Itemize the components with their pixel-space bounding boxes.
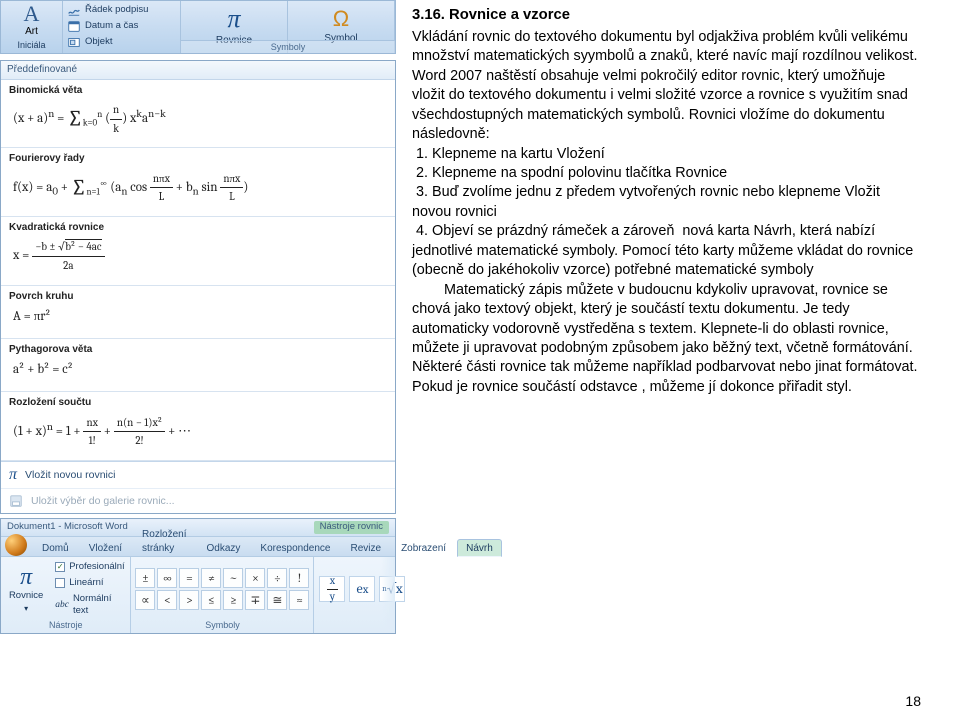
section-heading: 3.16. Rovnice a vzorce [412,6,921,26]
tab-mailings[interactable]: Korespondence [251,539,339,557]
page-number: 18 [905,692,921,711]
tab-home[interactable]: Domů [33,539,78,557]
symbol-cell[interactable]: ! [289,568,309,588]
tab-insert[interactable]: Vložení [80,539,131,557]
fraction-icon: xy [319,576,345,602]
eq-formula: f(x) = a0 + ∑n=1∞ (an cos nπxL + bn sin … [9,170,387,206]
opt-linear[interactable]: Lineární [55,577,126,590]
wordart-dropcap-group: A Art Iniciála [1,1,63,53]
opt-professional[interactable]: ✓ Profesionální [55,561,126,574]
eq-item-binomial[interactable]: Binomická věta (x + a)n = ∑k=0n (nk) xka… [1,80,395,149]
symbol-cell[interactable]: ≤ [201,590,221,610]
symbol-cell[interactable]: ≈ [289,590,309,610]
group-label: Symboly [135,618,309,633]
save-icon [9,494,23,508]
doc-title: Dokument1 - Microsoft Word [7,521,128,534]
checkbox-icon: ✓ [55,562,65,572]
tab-review[interactable]: Revize [341,539,390,557]
struct-script[interactable]: ex [348,576,376,602]
symbol-cell[interactable]: ∓ [245,590,265,610]
eq-item-quadratic[interactable]: Kvadratická rovnice x = −b ± √b² − 4ac2a [1,217,395,286]
symbol-cell[interactable]: ± [135,568,155,588]
opt-normal-text[interactable]: abc Normální text [55,593,126,619]
eq-item-sum-expansion[interactable]: Rozložení součtu (1 + x)n = 1 + nx1! + n… [1,392,395,461]
symbols-group-label: Symboly [181,40,395,53]
eq-formula: a² + b² = c² [9,360,387,381]
signature-line-button[interactable]: Řádek podpisu [67,3,176,17]
gallery-footer: π Vložit novou rovnici Uložit výběr do g… [1,461,395,513]
text-insert-options: Řádek podpisu Datum a čas Objekt [63,1,181,53]
symbol-cell[interactable]: < [157,590,177,610]
symbol-cell[interactable]: > [179,590,199,610]
eq-item-pythagoras[interactable]: Pythagorova věta a² + b² = c² [1,339,395,392]
symbol-cell[interactable]: ≠ [201,568,221,588]
symbol-cell[interactable]: ∝ [135,590,155,610]
tab-references[interactable]: Odkazy [198,539,250,557]
symbol-cell[interactable]: = [179,568,199,588]
eq-formula: x = −b ± √b² − 4ac2a [9,238,387,274]
group-structures: xy ex n√x [314,557,410,633]
pi-icon: π [9,467,17,483]
group-symbols: ± ∞ = ≠ ~ × ÷ ! ∝ < > ≤ ≥ [131,557,314,633]
eq-formula: (1 + x)n = 1 + nx1! + n(n − 1)x²2! + ⋯ [9,414,387,450]
tab-layout[interactable]: Rozložení stránky [133,525,195,556]
office-button[interactable] [5,534,27,556]
eq-formula: (x + a)n = ∑k=0n (nk) xkan−k [9,101,387,137]
ribbon-overflow-fade [381,557,395,633]
pi-icon: π [20,565,32,589]
signature-icon [67,3,81,17]
equation-gallery: Předdefinované Binomická věta (x + a)n =… [0,60,396,514]
article-body: 3.16. Rovnice a vzorce Vkládání rovnic d… [402,0,959,723]
equation-dropdown[interactable]: π Rovnice ▾ [5,565,47,615]
equation-design-ribbon: Dokument1 - Microsoft Word Nástroje rovn… [0,518,396,634]
window-header: Dokument1 - Microsoft Word Nástroje rovn… [1,519,395,537]
save-selection-to-gallery: Uložit výběr do galerie rovnic... [1,488,395,513]
symbols-group: π Rovnice Ω Symbol Symboly [181,1,395,53]
dropcap-label[interactable]: Iniciála [17,39,45,51]
eq-item-fourier[interactable]: Fourierovy řady f(x) = a0 + ∑n=1∞ (an co… [1,148,395,217]
wordart-label: Art [25,25,38,39]
pi-icon: π [227,6,240,32]
gallery-heading: Předdefinované [1,61,395,80]
insert-new-equation[interactable]: π Vložit novou rovnici [1,462,395,488]
object-icon [67,35,81,49]
date-time-button[interactable]: Datum a čas [67,19,176,33]
symbol-cell[interactable]: ∞ [157,568,177,588]
ribbon-insert-segment: A Art Iniciála Řádek podpisu Datum a čas [0,0,396,54]
contextual-title: Nástroje rovnic [314,521,389,534]
symbol-cell[interactable]: ÷ [267,568,287,588]
chevron-down-icon: ▾ [24,604,28,615]
symbol-cell[interactable]: ≅ [267,590,287,610]
eq-formula: A = πr² [9,307,387,328]
symbol-cell[interactable]: × [245,568,265,588]
wordart-icon[interactable]: A [24,3,40,25]
ribbon-tabs: Domů Vložení Rozložení stránky Odkazy Ko… [1,537,395,557]
struct-fraction[interactable]: xy [318,576,346,602]
group-tools: π Rovnice ▾ ✓ Profesionální Lineární [1,557,131,633]
group-label: Nástroje [5,618,126,633]
checkbox-icon [55,578,65,588]
eq-item-circle[interactable]: Povrch kruhu A = πr² [1,286,395,339]
script-icon: ex [349,576,375,602]
symbol-cell[interactable]: ≥ [223,590,243,610]
omega-icon: Ω [333,8,349,30]
insert-object-button[interactable]: Objekt [67,35,176,49]
calendar-icon [67,19,81,33]
body-text: Vkládání rovnic do textového dokumentu b… [412,28,921,397]
symbol-cell[interactable]: ~ [223,568,243,588]
symbol-grid: ± ∞ = ≠ ~ × ÷ ! ∝ < > ≤ ≥ [135,568,309,610]
